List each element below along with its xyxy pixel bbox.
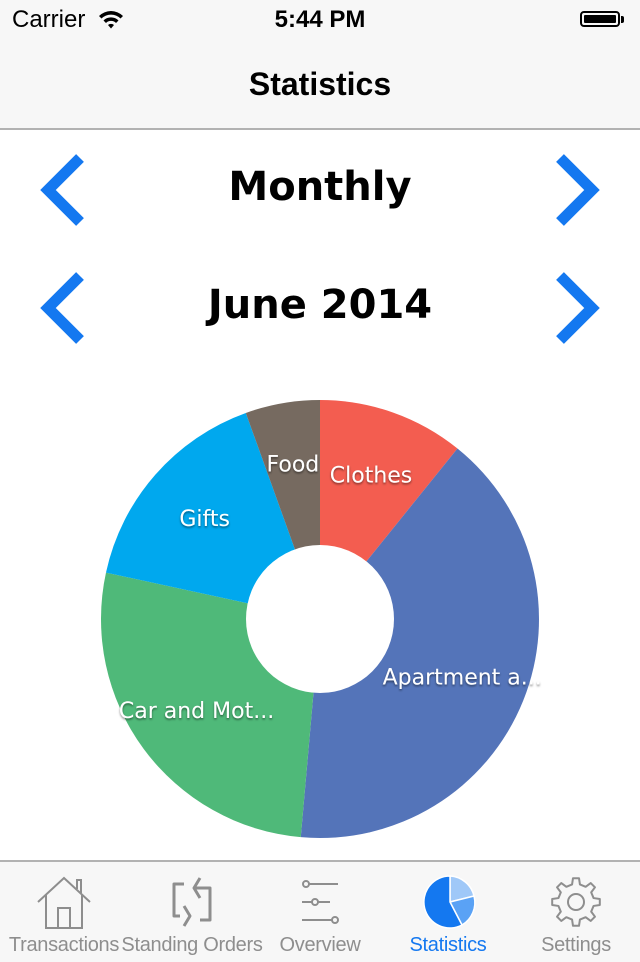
page-title: Statistics: [248, 66, 392, 102]
clock: 5:44 PM: [274, 6, 366, 33]
repeat-icon: [172, 877, 212, 927]
tab-overview[interactable]: Overview: [256, 862, 384, 962]
chevron-left-icon[interactable]: [34, 270, 90, 346]
house-icon: [37, 876, 91, 929]
navigation-bar: Statistics: [0, 40, 640, 130]
tab-settings[interactable]: Settings: [512, 862, 640, 962]
donut-chart[interactable]: Clothes Apartment a... Car and Mot... Gifts…: [90, 389, 550, 849]
slice-label: Clothes: [330, 463, 413, 488]
tab-bar: Transactions Standing Orders Overview St…: [0, 860, 640, 962]
donut-chart-svg: Clothes Apartment a... Car and Mot... Gifts…: [100, 400, 542, 838]
tab-transactions[interactable]: Transactions: [0, 862, 128, 962]
status-bar: Carrier 5:44 PM: [0, 0, 640, 40]
slice-label: Apartment a...: [383, 665, 542, 690]
period-selector: Monthly: [0, 150, 640, 230]
tab-statistics[interactable]: Statistics: [384, 862, 512, 962]
pie-chart-icon: [423, 875, 476, 929]
slice-label: Food: [267, 453, 320, 478]
slice-label: Car and Mot...: [119, 699, 274, 724]
slice-label: Gifts: [179, 507, 230, 532]
gear-icon: [551, 877, 601, 927]
tab-standing-orders[interactable]: Standing Orders: [121, 862, 263, 962]
date-selector: June 2014: [0, 268, 640, 348]
tab-label: Standing Orders: [121, 934, 263, 956]
chevron-right-icon[interactable]: [550, 270, 606, 346]
tab-label: Overview: [279, 934, 361, 956]
tab-label: Settings: [541, 934, 611, 956]
period-label: Monthly: [228, 164, 412, 210]
battery-icon: [580, 11, 620, 27]
sliders-icon: [302, 880, 339, 924]
donut-hole: [246, 545, 394, 693]
chevron-left-icon[interactable]: [34, 152, 90, 228]
battery-tip: [621, 16, 624, 23]
chevron-right-icon[interactable]: [550, 152, 606, 228]
date-label: June 2014: [207, 282, 433, 328]
tab-label: Statistics: [409, 934, 487, 956]
